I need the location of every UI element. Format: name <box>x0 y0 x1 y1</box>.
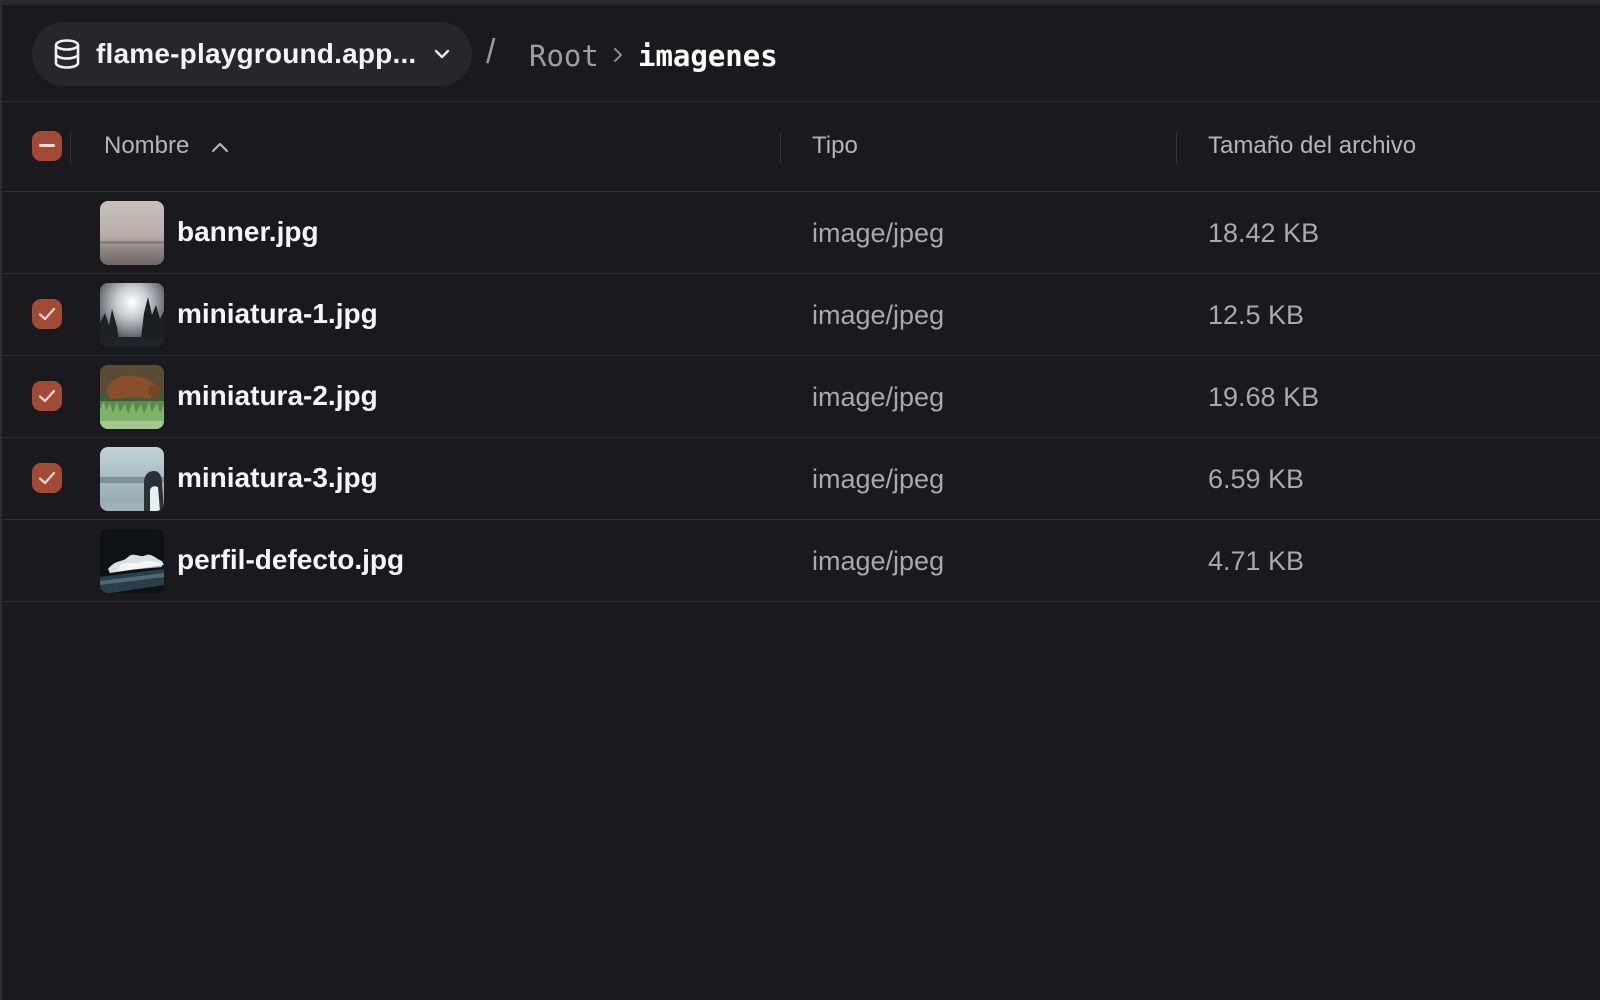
file-type: image/jpeg <box>812 546 945 576</box>
file-name: miniatura-1.jpg <box>177 298 378 329</box>
column-divider <box>780 132 781 164</box>
file-name: miniatura-3.jpg <box>177 462 378 493</box>
file-type: image/jpeg <box>812 464 945 494</box>
storage-header: flame-playground.app... / Root imagenes <box>0 5 1600 102</box>
file-type: image/jpeg <box>812 300 945 330</box>
row-checkbox[interactable] <box>32 299 62 329</box>
select-all-checkbox[interactable] <box>32 131 62 161</box>
thumbnail-image <box>100 201 164 265</box>
database-icon <box>54 39 80 69</box>
column-divider <box>70 132 71 164</box>
chevron-down-icon <box>434 49 450 59</box>
bucket-name: flame-playground.app... <box>96 38 417 69</box>
checkmark-icon <box>38 389 56 403</box>
table-row[interactable]: miniatura-1.jpg image/jpeg 12.5 KB <box>0 274 1600 356</box>
column-header-name[interactable]: Nombre <box>104 132 230 160</box>
bucket-selector[interactable]: flame-playground.app... <box>32 22 472 86</box>
column-header-size[interactable]: Tamaño del archivo <box>1208 132 1416 160</box>
breadcrumb-current: imagenes <box>638 39 778 73</box>
table-row[interactable]: miniatura-2.jpg image/jpeg 19.68 KB <box>0 356 1600 438</box>
thumbnail-image <box>100 447 164 511</box>
column-header-type[interactable]: Tipo <box>812 132 858 160</box>
thumbnail-image <box>100 529 164 593</box>
table-header: Nombre Tipo Tamaño del archivo <box>0 102 1600 192</box>
file-name: perfil-defecto.jpg <box>177 544 405 575</box>
thumbnail-image <box>100 365 164 429</box>
breadcrumb-root[interactable]: Root <box>529 39 599 73</box>
file-size: 19.68 KB <box>1208 382 1320 412</box>
file-size: 12.5 KB <box>1208 300 1305 330</box>
checkmark-icon <box>38 471 56 485</box>
sort-ascending-icon <box>211 142 229 152</box>
file-size: 6.59 KB <box>1208 464 1305 494</box>
file-name: miniatura-2.jpg <box>177 380 378 411</box>
chevron-right-icon <box>614 48 622 62</box>
row-checkbox[interactable] <box>32 381 62 411</box>
table-row[interactable]: miniatura-3.jpg image/jpeg 6.59 KB <box>0 438 1600 520</box>
row-checkbox[interactable] <box>32 463 62 493</box>
thumbnail-image <box>100 283 164 347</box>
file-type: image/jpeg <box>812 218 945 248</box>
path-separator: / <box>486 33 496 71</box>
table-row[interactable]: perfil-defecto.jpg image/jpeg 4.71 KB <box>0 520 1600 602</box>
table-row[interactable]: banner.jpg image/jpeg 18.42 KB <box>0 192 1600 274</box>
file-type: image/jpeg <box>812 382 945 412</box>
column-divider <box>1176 132 1177 164</box>
file-size: 4.71 KB <box>1208 546 1305 576</box>
checkmark-icon <box>38 307 56 321</box>
file-name: banner.jpg <box>177 216 319 247</box>
file-size: 18.42 KB <box>1208 218 1320 248</box>
column-header-name-label: Nombre <box>104 132 190 159</box>
